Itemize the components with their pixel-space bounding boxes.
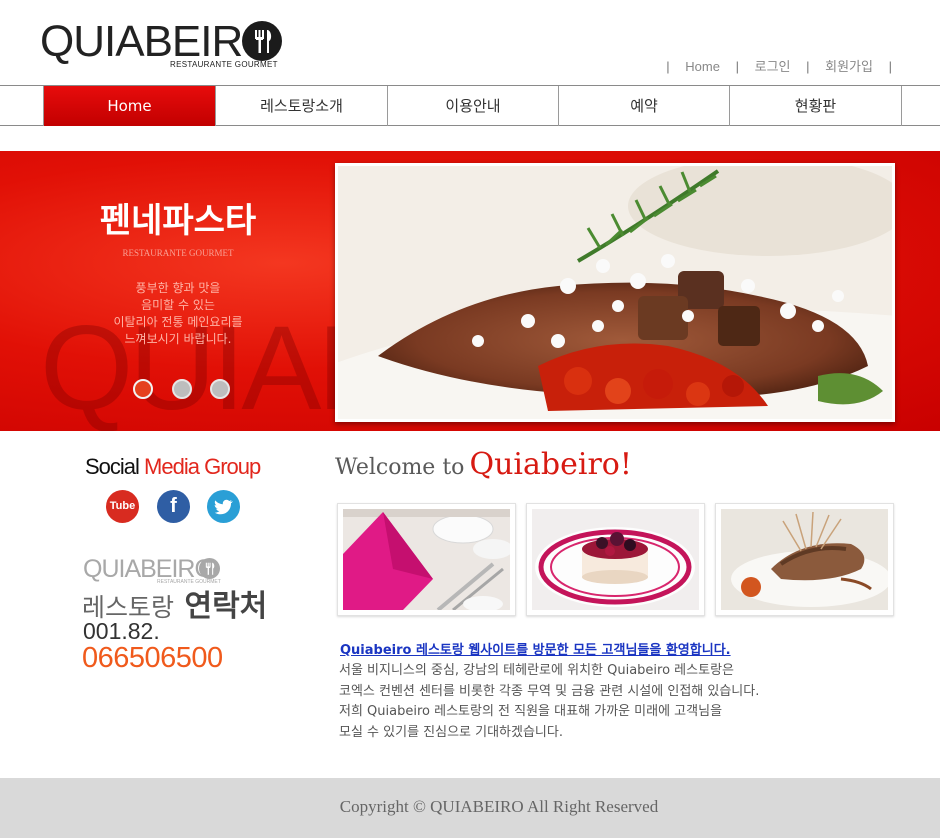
hero-description-line: 느껴보시기 바랍니다. <box>124 332 232 346</box>
nav-separator: | <box>666 59 670 74</box>
hero-description-line: 음미할 수 있는 <box>141 298 215 312</box>
thumbnail-lamb-dish[interactable] <box>715 503 894 616</box>
napkin-image <box>343 509 510 610</box>
copyright-text: Copyright © QUIABEIRO All Right Reserved <box>339 797 659 816</box>
nav-separator: | <box>735 59 739 74</box>
tab-reservation[interactable]: 예약 <box>558 86 729 126</box>
topnav-signup-link[interactable]: 회원가입 <box>825 56 873 75</box>
nav-separator: | <box>806 59 810 74</box>
social-heading-part2: Media Group <box>144 454 261 479</box>
thumbnail-napkin[interactable] <box>337 503 516 616</box>
slide-dot-1[interactable] <box>133 379 153 399</box>
lamb-dish-image <box>721 509 888 610</box>
welcome-prefix: Welcome to <box>335 455 465 480</box>
facebook-icon[interactable]: f <box>157 490 190 523</box>
hero-description-line: 이탈리아 전통 메인요리를 <box>113 315 243 329</box>
hero-title: 펜네파스타 <box>99 201 257 241</box>
slide-dot-2[interactable] <box>172 379 192 399</box>
social-heading-part1: Social <box>85 454 140 479</box>
hero-description-line: 풍부한 향과 맛을 <box>135 281 221 295</box>
topnav-login-link[interactable]: 로그인 <box>755 56 791 75</box>
nav-separator: | <box>888 59 892 74</box>
intro-paragraph: 서울 비지니스의 중심, 강남의 테헤란로에 위치한 Quiabeiro 레스토… <box>339 661 809 743</box>
tab-guide[interactable]: 이용안내 <box>387 86 558 126</box>
utility-nav: | Home | 로그인 | 회원가입 | <box>654 56 904 75</box>
site-logo[interactable]: QUIABEIRO RESTAURANTE GOURMET <box>40 16 290 72</box>
social-media-heading: Social Media Group <box>85 454 261 480</box>
twitter-icon[interactable] <box>207 490 240 523</box>
youtube-icon-label: Tube <box>109 500 136 512</box>
phone-number: 066506500 <box>82 642 223 674</box>
contact-heading-bold: 연락처 <box>184 589 268 624</box>
hero-food-image <box>335 163 895 422</box>
welcome-heading: Welcome to Quiabeiro! <box>335 447 632 482</box>
intro-line: 모실 수 있기를 진심으로 기대하겠습니다. <box>339 724 563 740</box>
fork-knife-icon <box>199 558 220 579</box>
topnav-home-link[interactable]: Home <box>685 59 720 74</box>
twitter-bird-icon <box>214 499 233 515</box>
intro-line: 저희 Quiabeiro 레스토랑의 전 직원을 대표해 가까운 미래에 고객님… <box>339 704 723 719</box>
phone-prefix: 001.82. <box>83 618 160 644</box>
thumbnail-dessert[interactable] <box>526 503 705 616</box>
logo-tagline: RESTAURANTE GOURMET <box>170 60 278 69</box>
dessert-image <box>532 509 699 610</box>
tab-status-board[interactable]: 현황판 <box>729 86 901 126</box>
tab-restaurant-intro[interactable]: 레스토랑소개 <box>215 86 387 126</box>
page-footer: Copyright © QUIABEIRO All Right Reserved <box>0 778 940 838</box>
tab-home[interactable]: Home <box>43 86 215 126</box>
hero-subtitle: RESTAURANTE GOURMET <box>122 248 234 258</box>
facebook-icon-label: f <box>170 495 177 517</box>
fork-knife-icon <box>242 21 282 61</box>
intro-line: 코엑스 컨벤션 센터를 비롯한 각종 무역 및 금융 관련 시설에 인접해 있습… <box>339 683 760 699</box>
hero-banner: QUIABEIRO 펜네파스타 RESTAURANTE GOURMET 풍부한 … <box>0 151 940 431</box>
welcome-message-link[interactable]: Quiabeiro 레스토랑 웹사이트를 방문한 모든 고객님들을 환영합니다. <box>340 639 731 658</box>
main-nav: Home 레스토랑소개 이용안내 예약 현황판 <box>0 85 940 126</box>
welcome-brand: Quiabeiro! <box>469 447 632 482</box>
youtube-icon[interactable]: Tube <box>106 490 139 523</box>
hero-description: 풍부한 향과 맛을 음미할 수 있는 이탈리아 전통 메인요리를 느껴보시기 바… <box>88 280 268 348</box>
intro-line: 서울 비지니스의 중심, 강남의 테헤란로에 위치한 Quiabeiro 레스토… <box>339 663 734 678</box>
slide-dot-3[interactable] <box>210 379 230 399</box>
nav-divider <box>901 86 902 126</box>
